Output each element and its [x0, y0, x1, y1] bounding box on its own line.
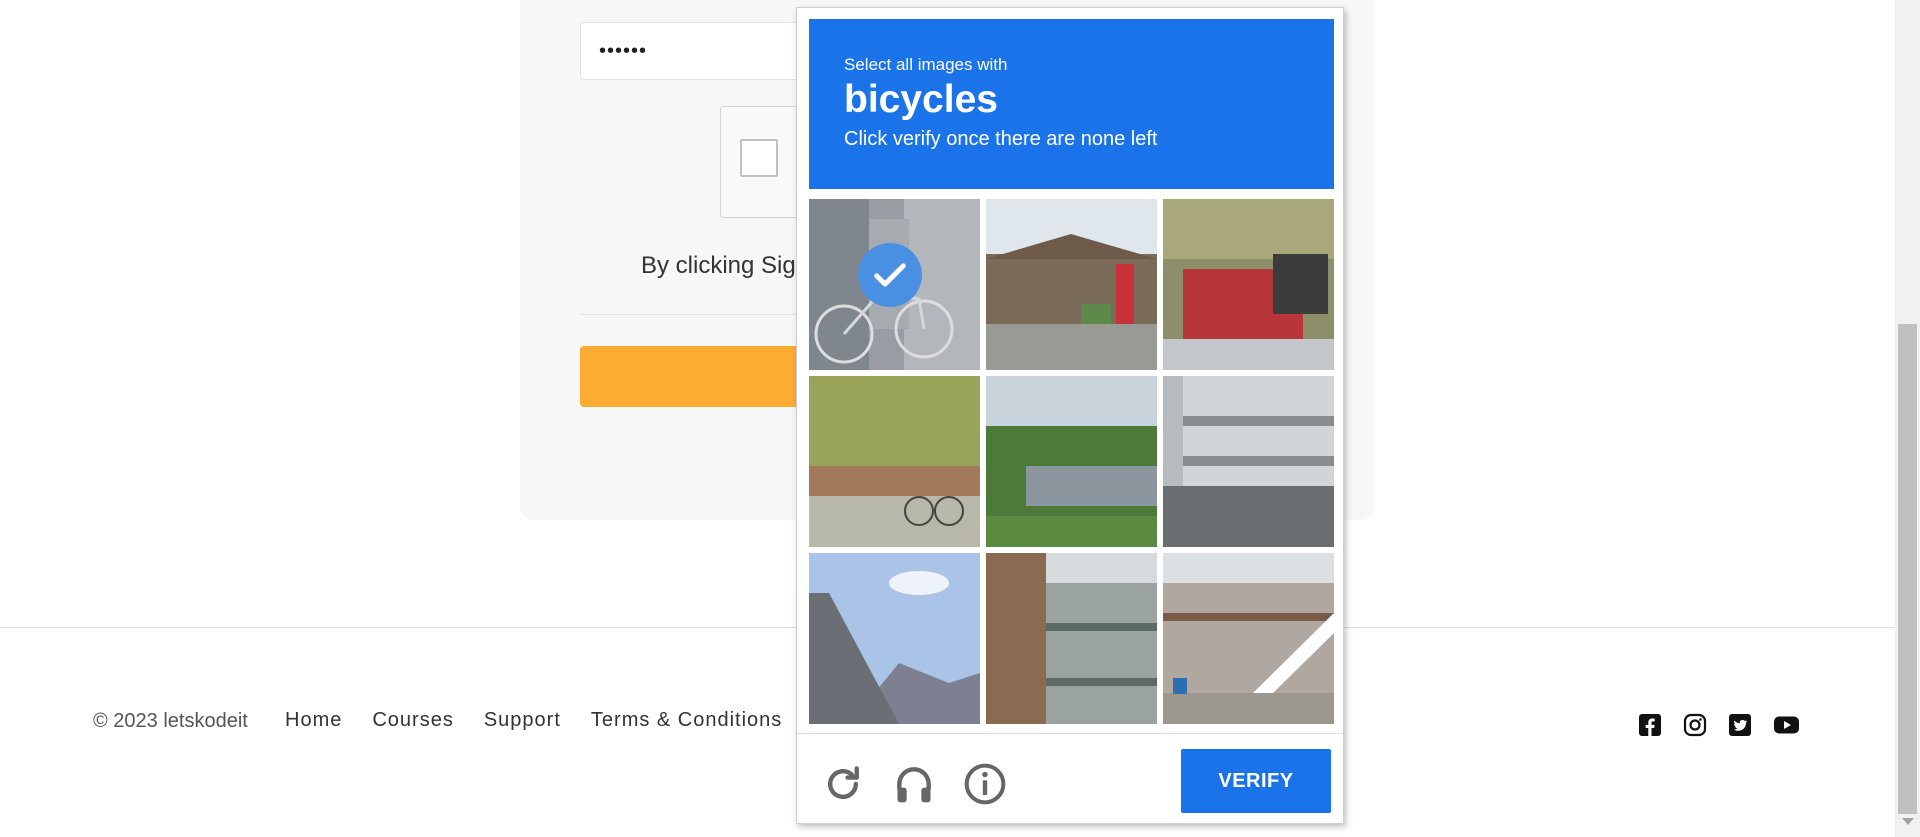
- captcha-footer-divider: [797, 733, 1343, 734]
- captcha-challenge: Select all images with bicycles Click ve…: [796, 7, 1344, 824]
- terms-text: By clicking Sign: [641, 252, 810, 279]
- scrollbar-thumb[interactable]: [1898, 324, 1917, 814]
- info-icon[interactable]: [963, 762, 1007, 806]
- captcha-instruction: Select all images with: [844, 55, 1008, 74]
- reload-icon[interactable]: [821, 762, 865, 806]
- captcha-hint: Click verify once there are none left: [844, 128, 1158, 150]
- footer-link-courses[interactable]: Courses: [372, 709, 453, 732]
- captcha-tile-8[interactable]: [986, 553, 1157, 724]
- selected-check-icon: [858, 243, 922, 307]
- password-value: ••••••: [599, 39, 648, 62]
- facebook-icon[interactable]: [1638, 713, 1662, 737]
- footer-copyright: © 2023 letskodeit: [93, 710, 248, 732]
- footer-nav: Home Courses Support Terms & Conditions: [285, 709, 782, 732]
- captcha-tile-2[interactable]: [986, 199, 1157, 370]
- footer-link-terms[interactable]: Terms & Conditions: [591, 709, 782, 732]
- captcha-tile-6[interactable]: [1163, 376, 1334, 547]
- twitter-icon[interactable]: [1728, 713, 1752, 737]
- footer-link-support[interactable]: Support: [484, 709, 561, 732]
- scroll-down-arrow[interactable]: [1902, 818, 1914, 825]
- captcha-tile-5[interactable]: [986, 376, 1157, 547]
- verify-button[interactable]: VERIFY: [1181, 749, 1331, 813]
- captcha-tile-1[interactable]: [809, 199, 980, 370]
- captcha-header: Select all images with bicycles Click ve…: [809, 19, 1334, 189]
- recaptcha-checkbox[interactable]: [740, 139, 778, 177]
- captcha-tile-4[interactable]: [809, 376, 980, 547]
- captcha-tile-3[interactable]: [1163, 199, 1334, 370]
- captcha-tile-9[interactable]: [1163, 553, 1334, 724]
- footer-link-home[interactable]: Home: [285, 709, 342, 732]
- captcha-target: bicycles: [844, 78, 998, 121]
- headphones-icon[interactable]: [892, 762, 936, 806]
- instagram-icon[interactable]: [1683, 713, 1707, 737]
- captcha-tile-7[interactable]: [809, 553, 980, 724]
- youtube-icon[interactable]: [1773, 713, 1800, 737]
